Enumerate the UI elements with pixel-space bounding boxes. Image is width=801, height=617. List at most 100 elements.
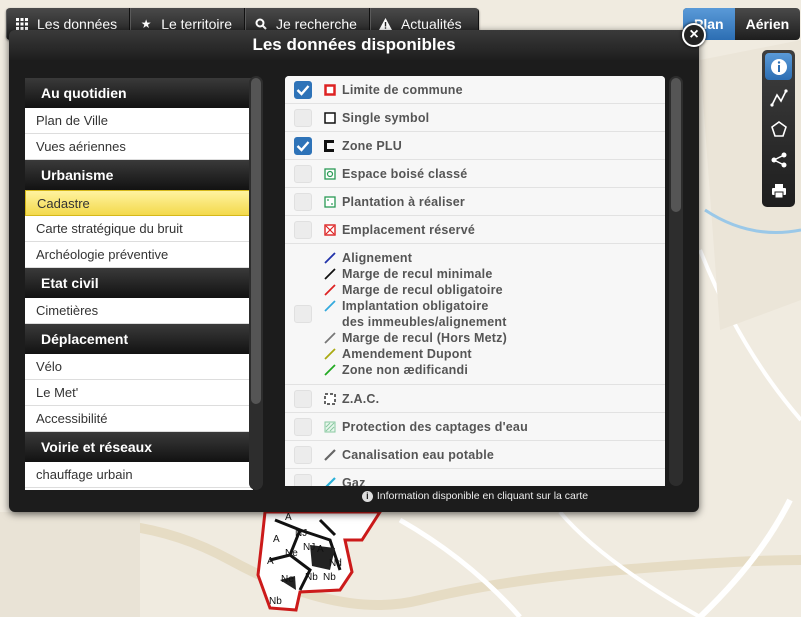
layer-checkbox[interactable] — [294, 389, 312, 408]
layer-sub-item: Implantation obligatoire des immeubles/al… — [324, 298, 507, 330]
category-item[interactable]: Vélo — [25, 354, 253, 380]
layer-symbol-icon — [324, 223, 336, 236]
map-tools — [762, 50, 795, 207]
share-button[interactable] — [765, 146, 792, 173]
category-item[interactable]: chauffage urbain — [25, 462, 253, 488]
category-header: Voirie et réseaux — [25, 432, 253, 462]
layer-label: Amendement Dupont — [342, 347, 472, 361]
layer-sub-item: Marge de recul obligatoire — [324, 282, 507, 298]
layer-label: Zone PLU — [342, 138, 402, 153]
layer-label: Emplacement réservé — [342, 222, 476, 237]
print-icon — [771, 183, 786, 198]
check-icon — [296, 140, 310, 152]
layer-row: Limite de commune — [285, 76, 665, 104]
category-item[interactable]: Accessibilité — [25, 406, 253, 432]
info-tool-button[interactable] — [765, 53, 792, 80]
layer-row: Alignement Marge de recul minimale Marge d… — [285, 244, 665, 385]
layer-label: Alignement — [342, 251, 413, 265]
layer-checkbox[interactable] — [294, 445, 312, 464]
layer-label: Espace boisé classé — [342, 166, 468, 181]
layer-symbol-icon — [324, 111, 336, 124]
map-zone-label: Nb — [269, 596, 282, 607]
layer-label: Marge de recul (Hors Metz) — [342, 331, 507, 345]
layer-checkbox[interactable] — [294, 136, 312, 155]
map-zone-label: A — [317, 544, 324, 555]
layer-checkbox[interactable] — [294, 417, 312, 436]
layer-row: Gaz — [285, 469, 665, 486]
layer-row: Zone PLU — [285, 132, 665, 160]
layer-checkbox[interactable] — [294, 108, 312, 127]
category-header: Déplacement — [25, 324, 253, 354]
info-note: i Information disponible en cliquant sur … — [285, 490, 665, 502]
measure-line-button[interactable] — [765, 84, 792, 111]
layer-row: Plantation à réaliser — [285, 188, 665, 216]
layer-checkbox[interactable] — [294, 164, 312, 183]
line-symbol-icon — [324, 300, 336, 312]
map-zone-label: Nb — [323, 572, 336, 583]
layer-label: Implantation obligatoire des immeubles/al… — [342, 299, 507, 329]
layer-sub-item: Amendement Dupont — [324, 346, 507, 362]
category-header: Etat civil — [25, 268, 253, 298]
measure-area-button[interactable] — [765, 115, 792, 142]
print-button[interactable] — [765, 177, 792, 204]
info-icon — [770, 58, 787, 75]
layer-group: Alignement Marge de recul minimale Marge d… — [324, 250, 507, 378]
layer-sub-item: Marge de recul minimale — [324, 266, 507, 282]
search-icon — [254, 17, 268, 31]
polygon-icon — [770, 120, 787, 137]
category-item[interactable]: Archéologie préventive — [25, 242, 253, 268]
map-zone-label: Ne — [281, 574, 294, 585]
map-zone-label: A — [285, 512, 292, 523]
map-zone-labels: A NJ A NJ A Ne A Nd Nb Ne Nb Nb — [265, 512, 375, 612]
category-item[interactable]: Le Met' — [25, 380, 253, 406]
map-zone-label: A — [267, 556, 274, 567]
layer-symbol-icon — [324, 392, 336, 405]
layer-checkbox[interactable] — [294, 80, 312, 99]
layer-label: Plantation à réaliser — [342, 194, 465, 209]
layer-label: Single symbol — [342, 110, 430, 125]
layer-label: Z.A.C. — [342, 391, 380, 406]
layer-row: Emplacement réservé — [285, 216, 665, 244]
category-item[interactable]: Plan de Ville — [25, 108, 253, 134]
layer-symbol-icon — [324, 421, 336, 433]
category-item[interactable]: Cimetières — [25, 298, 253, 324]
category-scrollbar[interactable] — [249, 76, 263, 490]
layer-row: Espace boisé classé — [285, 160, 665, 188]
layer-label: Marge de recul obligatoire — [342, 283, 503, 297]
category-item[interactable]: Vues aériennes — [25, 134, 253, 160]
layer-sub-item: Alignement — [324, 250, 507, 266]
close-button[interactable]: × — [682, 23, 706, 47]
panel-title: Les données disponibles — [9, 30, 699, 60]
layer-label: Zone non ædificandi — [342, 363, 469, 377]
layer-label: Gaz — [342, 475, 366, 487]
map-zone-label: Nb — [305, 572, 318, 583]
layer-checkbox[interactable] — [294, 192, 312, 211]
line-symbol-icon — [324, 284, 336, 296]
layer-row: Protection des captages d'eau — [285, 413, 665, 441]
polyline-icon — [769, 88, 788, 107]
scrollbar-thumb[interactable] — [671, 78, 681, 212]
layer-sub-item: Zone non ædificandi — [324, 362, 507, 378]
layer-list: Limite de commune Single symbol Zone PLU Es… — [285, 76, 665, 486]
layer-symbol-icon — [324, 195, 336, 208]
info-icon: i — [361, 491, 373, 502]
layer-checkbox[interactable] — [294, 473, 312, 486]
map-zone-label: Nd — [329, 558, 342, 569]
data-panel: Les données disponibles Au quotidien Plan… — [9, 30, 699, 512]
layer-checkbox[interactable] — [294, 305, 312, 323]
layer-scrollbar[interactable] — [669, 76, 683, 486]
scrollbar-thumb[interactable] — [251, 78, 261, 404]
layer-row: Z.A.C. — [285, 385, 665, 413]
layer-symbol-icon — [324, 139, 336, 152]
line-symbol-icon — [324, 364, 336, 376]
layer-symbol-icon — [324, 83, 336, 96]
check-icon — [296, 84, 310, 96]
layer-symbol-icon — [324, 476, 336, 486]
category-item[interactable]: Carte stratégique du bruit — [25, 216, 253, 242]
layer-checkbox[interactable] — [294, 220, 312, 239]
line-symbol-icon — [324, 252, 336, 264]
basemap-aerien-button[interactable]: Aérien — [735, 8, 801, 40]
grid-icon — [15, 17, 29, 31]
info-note-text: Information disponible en cliquant sur l… — [376, 490, 589, 502]
category-item[interactable]: Cadastre — [25, 190, 253, 216]
